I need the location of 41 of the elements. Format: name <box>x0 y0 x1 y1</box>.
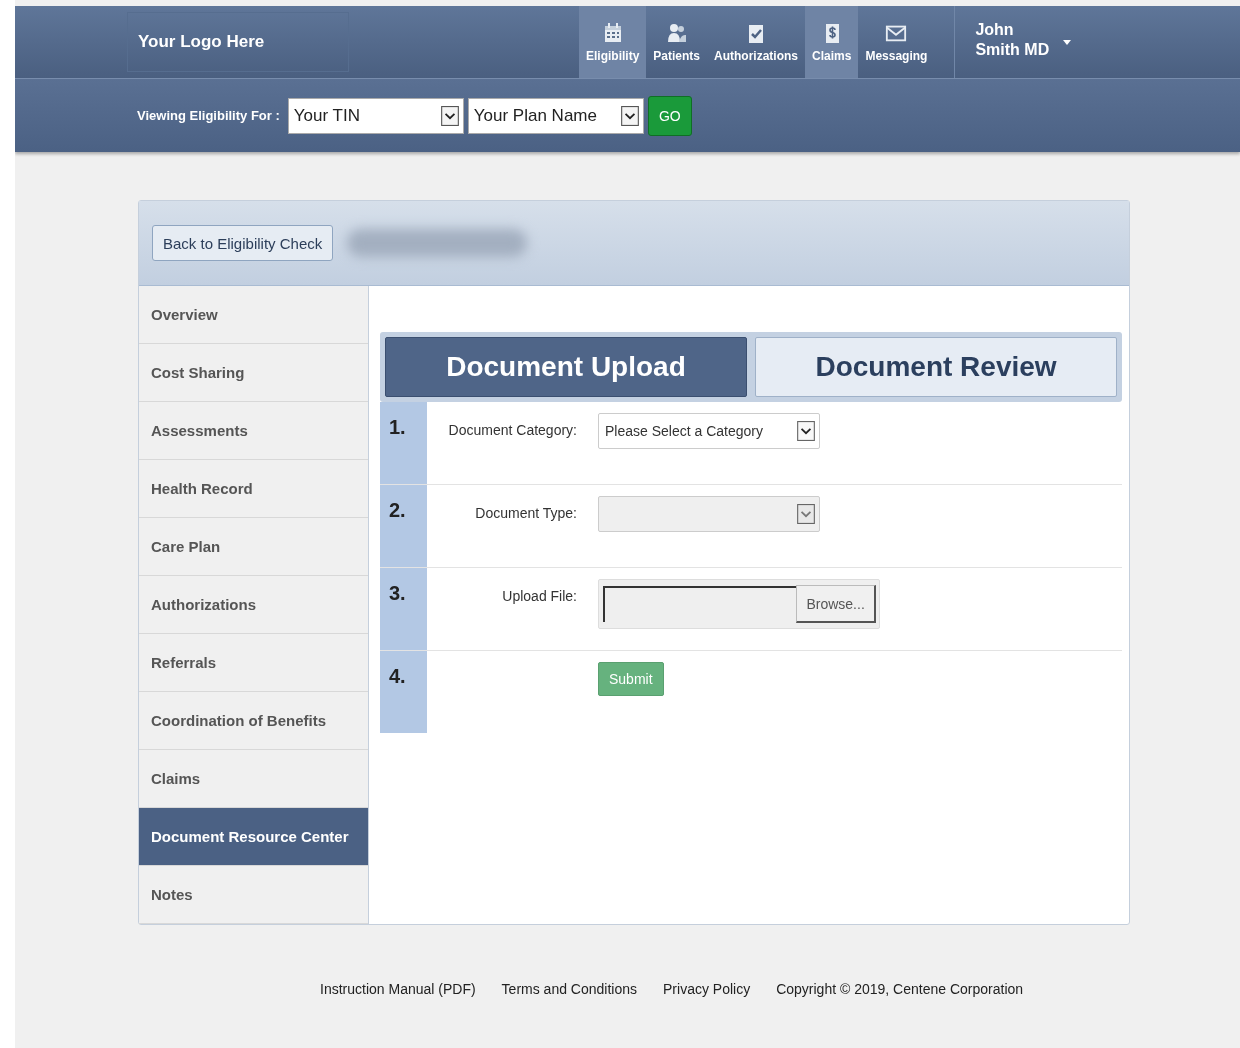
sidebar-item[interactable]: Claims <box>139 750 368 808</box>
sidebar-item[interactable]: Coordination of Benefits <box>139 692 368 750</box>
sidebar-item[interactable]: Notes <box>139 866 368 924</box>
tab[interactable]: Document Review <box>755 337 1117 397</box>
people-icon <box>665 21 688 44</box>
sidebar-item[interactable]: Referrals <box>139 634 368 692</box>
file-path-field[interactable] <box>603 586 797 622</box>
copyright-text: Copyright © 2019, Centene Corporation <box>776 981 1024 997</box>
tin-dropdown[interactable]: Your TIN <box>287 97 464 134</box>
nav-item[interactable]: Eligibility <box>579 6 647 78</box>
viewing-label: Viewing Eligibility For : <box>137 108 280 123</box>
sidebar-item[interactable]: Overview <box>139 286 368 344</box>
browse-button[interactable]: Browse... <box>796 585 876 623</box>
footer-link[interactable]: Instruction Manual (PDF) <box>320 981 476 997</box>
logo-text: Your Logo Here <box>138 32 265 52</box>
footer-link[interactable]: Terms and Conditions <box>501 981 637 997</box>
caret-icon[interactable] <box>1063 40 1072 45</box>
sidebar-item[interactable]: Care Plan <box>139 518 368 576</box>
field-label: Document Type: <box>475 505 577 521</box>
sidebar-item[interactable]: Document Resource Center <box>139 808 368 866</box>
sidebar-item[interactable]: Cost Sharing <box>139 344 368 402</box>
step-number: 1. <box>380 402 427 484</box>
step-number: 3. <box>380 568 427 650</box>
nav-item[interactable]: Authorizations <box>707 6 806 78</box>
plan-dropdown[interactable]: Your Plan Name <box>467 97 644 134</box>
user-name[interactable]: John Smith MD <box>975 20 1050 60</box>
field-label: Upload File: <box>502 588 577 604</box>
go-button[interactable]: GO <box>647 95 692 136</box>
footer-link[interactable]: Privacy Policy <box>663 981 751 997</box>
step-number: 2. <box>380 485 427 567</box>
field-label: Document Category: <box>448 422 577 438</box>
tab[interactable]: Document Upload <box>385 337 747 397</box>
nav-item[interactable]: Claims <box>805 6 859 78</box>
back-button[interactable]: Back to Eligibility Check <box>152 225 334 261</box>
sidebar-item[interactable]: Authorizations <box>139 576 368 634</box>
sidebar-item[interactable]: Health Record <box>139 460 368 518</box>
nav-item[interactable]: Messaging <box>858 6 935 78</box>
step-number: 4. <box>380 651 427 733</box>
nav-item[interactable]: Patients <box>646 6 708 78</box>
sidebar-item[interactable]: Assessments <box>139 402 368 460</box>
dropdown-field[interactable]: Please Select a Category <box>598 413 820 449</box>
